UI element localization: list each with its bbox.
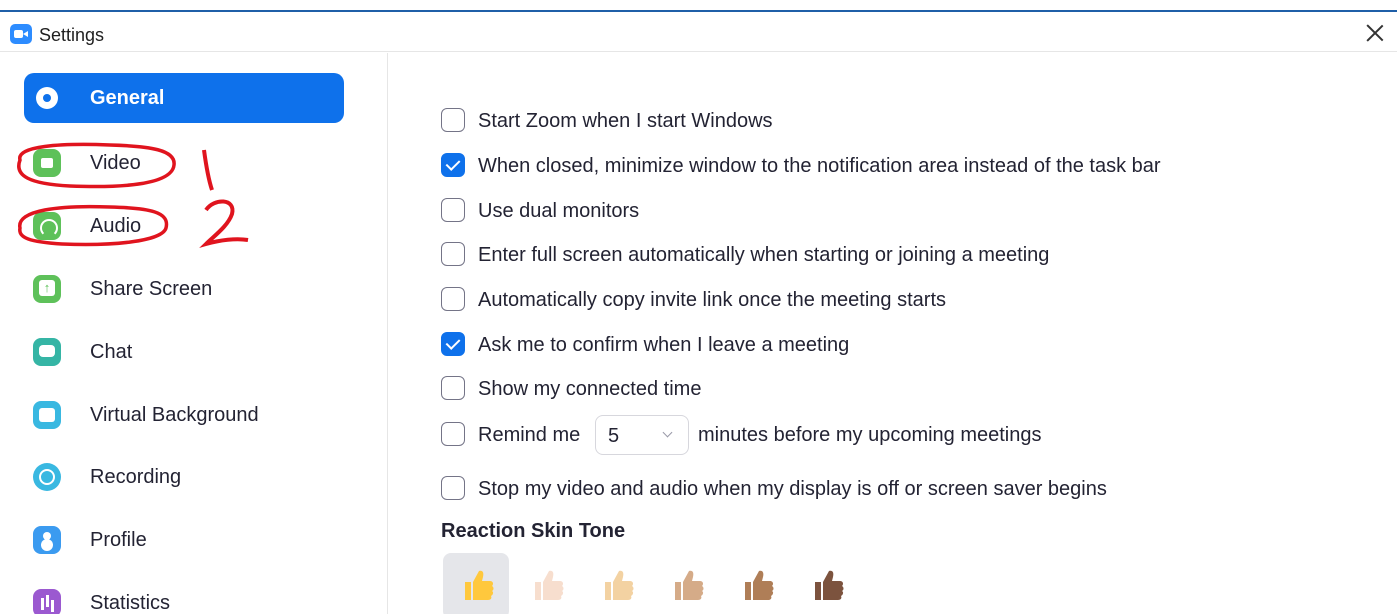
sidebar-item-label: Share Screen [90, 278, 213, 300]
sidebar-item-profile[interactable]: Profile [24, 515, 344, 565]
sidebar-item-label: General [90, 87, 165, 109]
thumbs-up-icon [465, 570, 494, 600]
share-screen-icon [33, 275, 61, 303]
statistics-icon [33, 589, 61, 614]
zoom-app-icon [10, 24, 32, 44]
remind-minutes-value: 5 [608, 425, 620, 447]
checkbox[interactable] [441, 332, 465, 356]
remind-suffix-label: minutes before my upcoming meetings [698, 424, 1042, 446]
gear-icon [33, 84, 61, 112]
option-remind-me[interactable]: Remind me 5 minutes before my upcoming m… [441, 415, 1241, 455]
checkbox[interactable] [441, 422, 465, 446]
sidebar-item-label: Profile [90, 529, 147, 551]
thumbs-up-icon [605, 570, 634, 600]
skin-tone-yellow[interactable] [443, 553, 509, 614]
recording-icon [33, 463, 61, 491]
option-label: Show my connected time [478, 378, 702, 400]
option-confirm-leave[interactable]: Ask me to confirm when I leave a meeting [441, 329, 1041, 359]
chat-bubble-icon [33, 338, 61, 366]
general-settings-panel: Start Zoom when I start Windows When clo… [389, 53, 1397, 614]
thumbs-up-icon [675, 570, 704, 600]
skin-tone-picker [443, 553, 863, 614]
title-bar: Settings [0, 12, 1397, 52]
option-copy-invite-link[interactable]: Automatically copy invite link once the … [441, 284, 1161, 314]
sidebar-item-share-screen[interactable]: Share Screen [24, 264, 344, 314]
window-top-border [0, 0, 1397, 12]
profile-icon [33, 526, 61, 554]
skin-tone-light[interactable] [513, 553, 579, 614]
sidebar-item-label: Virtual Background [90, 404, 259, 426]
skin-tone-medium-light[interactable] [583, 553, 649, 614]
thumbs-up-icon [745, 570, 774, 600]
skin-tone-medium-dark[interactable] [723, 553, 789, 614]
checkbox[interactable] [441, 242, 465, 266]
thumbs-up-icon [815, 570, 844, 600]
skin-tone-medium[interactable] [653, 553, 719, 614]
sidebar-item-label: Audio [90, 215, 142, 237]
virtual-background-icon [33, 401, 61, 429]
option-label: Use dual monitors [478, 200, 640, 222]
option-label: Automatically copy invite link once the … [478, 289, 946, 311]
headphones-icon [33, 212, 61, 240]
chevron-down-icon [662, 427, 673, 438]
close-icon[interactable] [1365, 23, 1385, 43]
sidebar-item-video[interactable]: Video [24, 138, 344, 188]
skin-tone-dark[interactable] [793, 553, 859, 614]
checkbox[interactable] [441, 476, 465, 500]
option-connected-time[interactable]: Show my connected time [441, 373, 861, 403]
remind-prefix-label: Remind me [478, 424, 581, 446]
sidebar-item-general[interactable]: General [24, 73, 344, 123]
sidebar-item-label: Statistics [90, 592, 171, 614]
sidebar-item-label: Recording [90, 466, 182, 488]
option-start-zoom[interactable]: Start Zoom when I start Windows [441, 105, 961, 135]
window-title: Settings [39, 25, 105, 45]
checkbox[interactable] [441, 108, 465, 132]
checkbox[interactable] [441, 376, 465, 400]
option-label: Stop my video and audio when my display … [478, 478, 1107, 500]
option-label: Enter full screen automatically when sta… [478, 244, 1050, 266]
option-minimize-to-notification[interactable]: When closed, minimize window to the noti… [441, 150, 1381, 180]
sidebar-item-label: Video [90, 152, 141, 174]
option-label: When closed, minimize window to the noti… [478, 155, 1161, 177]
option-label: Ask me to confirm when I leave a meeting [478, 334, 850, 356]
checkbox[interactable] [441, 198, 465, 222]
thumbs-up-icon [535, 570, 564, 600]
option-dual-monitors[interactable]: Use dual monitors [441, 195, 741, 225]
video-camera-icon [33, 149, 61, 177]
remind-minutes-select[interactable]: 5 [595, 415, 689, 455]
sidebar-item-virtual-background[interactable]: Virtual Background [24, 390, 344, 440]
reaction-skin-tone-title: Reaction Skin Tone [441, 520, 626, 542]
checkbox[interactable] [441, 287, 465, 311]
checkbox[interactable] [441, 153, 465, 177]
option-label: Start Zoom when I start Windows [478, 110, 773, 132]
sidebar-item-chat[interactable]: Chat [24, 327, 344, 377]
sidebar-item-audio[interactable]: Audio [24, 201, 344, 251]
sidebar-item-label: Chat [90, 341, 133, 363]
option-stop-video-screensaver[interactable]: Stop my video and audio when my display … [441, 473, 1341, 503]
settings-sidebar: General Video Audio Share Screen Chat Vi… [0, 53, 388, 614]
sidebar-item-statistics[interactable]: Statistics [24, 578, 344, 614]
option-full-screen[interactable]: Enter full screen automatically when sta… [441, 239, 1261, 269]
sidebar-item-recording[interactable]: Recording [24, 452, 344, 502]
